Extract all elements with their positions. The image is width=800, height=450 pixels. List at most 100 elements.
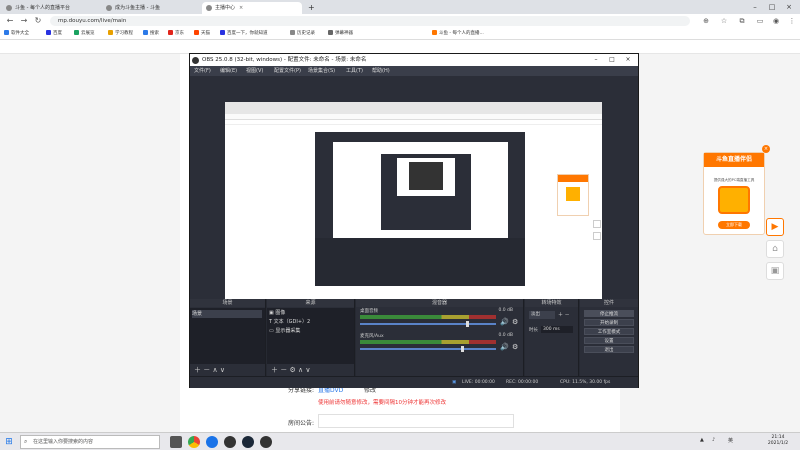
- menu-file[interactable]: 文件(F): [194, 66, 211, 76]
- notice-input[interactable]: [318, 414, 514, 428]
- promo-title: 斗鱼直播伴侣: [704, 153, 764, 167]
- scene-item[interactable]: 场景: [192, 310, 262, 318]
- extensions-icon[interactable]: ⧉: [736, 15, 748, 27]
- close-icon[interactable]: ×: [782, 0, 796, 14]
- move-down-icon[interactable]: ∨: [305, 366, 310, 374]
- bookmark[interactable]: 百度: [46, 29, 62, 39]
- task-view-icon[interactable]: [170, 436, 182, 448]
- app-icon[interactable]: ▣: [766, 262, 784, 280]
- stop-streaming-button[interactable]: 停止推流: [584, 310, 634, 317]
- close-tab-icon[interactable]: ×: [239, 5, 243, 11]
- volume-slider[interactable]: [360, 323, 496, 325]
- channel-db: 0.0 dB: [498, 308, 513, 313]
- steam-icon[interactable]: [242, 436, 254, 448]
- add-icon[interactable]: ＋ －: [558, 311, 570, 318]
- volume-icon[interactable]: ♪: [712, 437, 715, 443]
- bookmark[interactable]: 云展览: [74, 29, 95, 39]
- gear-icon[interactable]: ⚙: [289, 366, 295, 374]
- translate-icon[interactable]: ⊕: [700, 15, 712, 27]
- profile-icon[interactable]: ◉: [770, 15, 782, 27]
- browser-tab[interactable]: 斗鱼 - 每个人的直播平台: [2, 2, 100, 14]
- star-icon[interactable]: ☆: [718, 15, 730, 27]
- transition-select[interactable]: 淡出: [529, 311, 555, 319]
- captured-screen: [225, 102, 602, 314]
- bookmark[interactable]: 斗鱼 - 每个人的直播...: [432, 29, 484, 39]
- speaker-icon[interactable]: 🔊: [500, 343, 509, 351]
- dock-title: 转场特效: [525, 299, 578, 307]
- chrome-icon[interactable]: [188, 436, 200, 448]
- forward-icon[interactable]: →: [18, 15, 30, 27]
- bookmark[interactable]: 天猫: [194, 29, 210, 39]
- douyu-logo-icon: [566, 187, 580, 201]
- browser-tab[interactable]: 成为斗鱼主播 - 斗鱼: [102, 2, 200, 14]
- menu-view[interactable]: 视图(V): [246, 66, 263, 76]
- bookmark[interactable]: 学习教程: [108, 29, 133, 39]
- obs-icon[interactable]: [260, 436, 272, 448]
- menu-profile[interactable]: 配置文件(P): [274, 66, 301, 76]
- volume-meter: [360, 340, 496, 344]
- gear-icon[interactable]: ⚙: [512, 343, 518, 351]
- remove-icon[interactable]: －: [280, 366, 287, 374]
- source-item[interactable]: ▣ 图像: [269, 309, 353, 317]
- move-up-icon[interactable]: ∧: [212, 366, 217, 374]
- source-item[interactable]: T 文本（GDI+）2: [269, 318, 353, 326]
- move-down-icon[interactable]: ∨: [220, 366, 225, 374]
- volume-slider-handle[interactable]: [460, 346, 464, 352]
- menu-edit[interactable]: 编辑(E): [220, 66, 237, 76]
- ime-indicator[interactable]: 英: [728, 437, 733, 444]
- bookmark[interactable]: 软件大全: [4, 29, 29, 39]
- play-icon[interactable]: ▶: [766, 218, 784, 236]
- settings-button[interactable]: 设置: [584, 337, 634, 344]
- add-icon[interactable]: ＋: [271, 366, 278, 374]
- minimize-icon[interactable]: –: [588, 54, 604, 66]
- move-up-icon[interactable]: ∧: [298, 366, 303, 374]
- add-icon[interactable]: ＋: [194, 366, 201, 374]
- browser-tab-active[interactable]: 主播中心 ×: [202, 2, 302, 14]
- browser-tab-strip: 斗鱼 - 每个人的直播平台 成为斗鱼主播 - 斗鱼 主播中心 × + – □ ×: [0, 0, 800, 14]
- edge-icon[interactable]: [206, 436, 218, 448]
- bookmark[interactable]: 百度一下，你就知道: [220, 29, 268, 39]
- reload-icon[interactable]: ↻: [32, 15, 44, 27]
- close-icon[interactable]: ×: [620, 54, 636, 66]
- source-item[interactable]: ▭ 显示器采集: [269, 327, 353, 335]
- menu-tools[interactable]: 工具(T): [346, 66, 363, 76]
- start-recording-button[interactable]: 开始录制: [584, 319, 634, 326]
- obs-preview[interactable]: [190, 76, 638, 314]
- bookmark[interactable]: 京东: [168, 29, 184, 39]
- windows-start-icon[interactable]: ⊞: [3, 436, 15, 448]
- cpu-fps: CPU: 11.5%, 30.00 fps: [560, 380, 611, 385]
- duration-input[interactable]: 300 ms: [541, 326, 573, 333]
- bookmark[interactable]: 搜索: [143, 29, 159, 39]
- site-header: [0, 40, 800, 54]
- cast-icon[interactable]: ▭: [754, 15, 766, 27]
- exit-button[interactable]: 退出: [584, 346, 634, 353]
- speaker-icon[interactable]: 🔊: [500, 318, 509, 326]
- network-icon[interactable]: ▲: [700, 437, 704, 443]
- back-icon[interactable]: ←: [4, 15, 16, 27]
- obs-icon[interactable]: [224, 436, 236, 448]
- recursive-obs: [409, 162, 443, 190]
- studio-mode-button[interactable]: 工作室模式: [584, 328, 634, 335]
- search-icon: [143, 30, 148, 35]
- bookmark[interactable]: 弹幕神器: [328, 29, 353, 39]
- gear-icon[interactable]: ⚙: [512, 318, 518, 326]
- remove-icon[interactable]: －: [203, 366, 210, 374]
- transitions-dock: 转场特效 淡出 ＋ － 时长 300 ms: [525, 299, 579, 376]
- volume-slider-handle[interactable]: [466, 321, 470, 327]
- minimize-icon[interactable]: –: [748, 0, 762, 14]
- address-bar[interactable]: mp.douyu.com/live/main: [50, 16, 690, 26]
- new-tab-button[interactable]: +: [304, 2, 318, 14]
- volume-slider[interactable]: [360, 348, 496, 350]
- bookmark-icon: [4, 30, 9, 35]
- maximize-icon[interactable]: □: [604, 54, 620, 66]
- bookmark-icon: [108, 30, 113, 35]
- more-icon[interactable]: ⋮: [786, 15, 798, 27]
- bookmark[interactable]: 历史记录: [290, 29, 315, 39]
- home-icon[interactable]: ⌂: [766, 240, 784, 258]
- maximize-icon[interactable]: □: [765, 0, 779, 14]
- menu-scene-collection[interactable]: 场景集合(S): [308, 66, 335, 76]
- clock[interactable]: 21:14 2021/1/2: [760, 435, 796, 447]
- download-button[interactable]: 立即下载: [718, 221, 750, 229]
- taskbar-search[interactable]: ⌕ 在这里输入你要搜索的内容: [20, 435, 160, 449]
- menu-help[interactable]: 帮助(H): [372, 66, 390, 76]
